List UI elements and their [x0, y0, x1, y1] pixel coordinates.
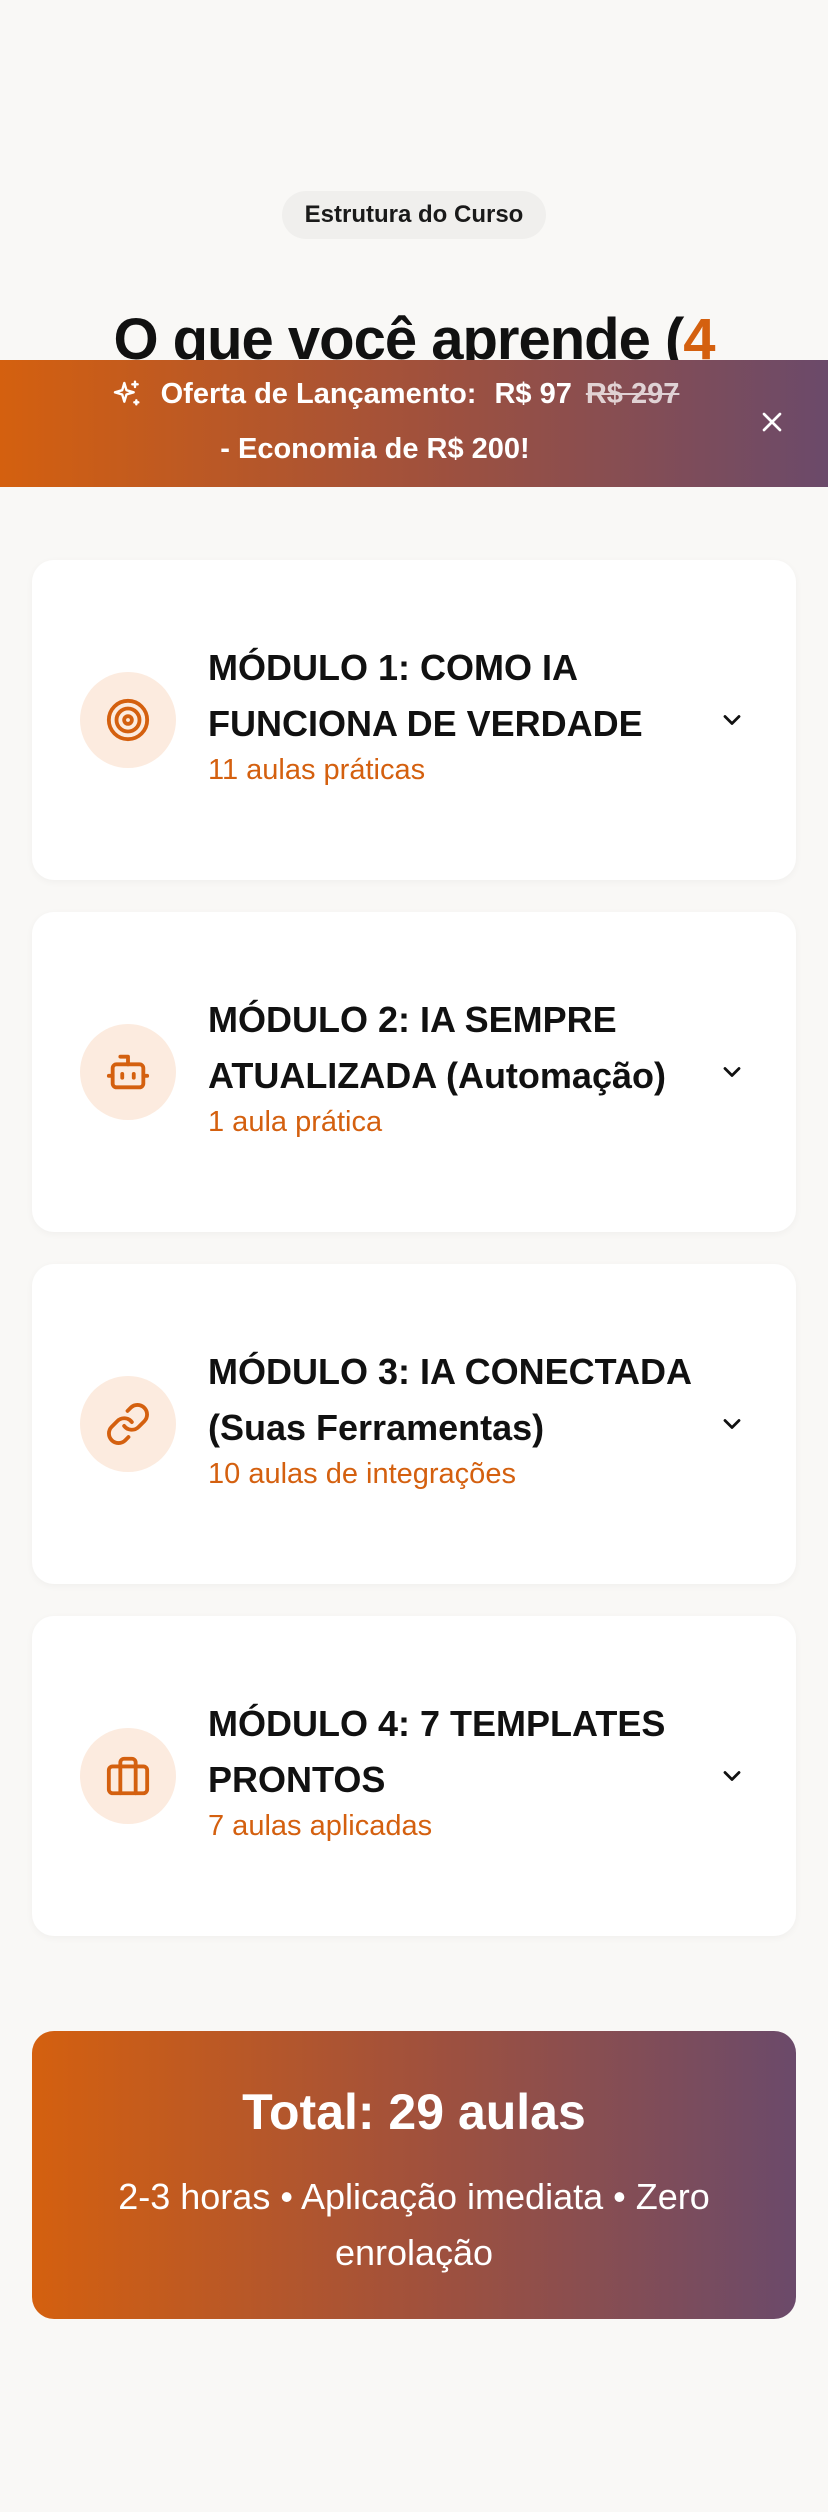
chevron-down-icon[interactable] — [718, 706, 746, 734]
module-icon-badge — [80, 1376, 176, 1472]
module-card-1[interactable]: MÓDULO 1: COMO IA FUNCIONA DE VERDADE 11… — [32, 560, 796, 880]
promo-price: R$ 97 — [494, 378, 572, 410]
total-title: Total: 29 aulas — [242, 2084, 586, 2140]
section-badge: Estrutura do Curso — [282, 191, 546, 239]
module-lesson-count: 1 aula prática — [208, 1106, 383, 1138]
module-card-3[interactable]: MÓDULO 3: IA CONECTADA (Suas Ferramentas… — [32, 1264, 796, 1584]
promo-banner: Oferta de Lançamento: R$ 97 R$ 297 - Eco… — [0, 360, 828, 487]
module-title: MÓDULO 3: IA CONECTADA (Suas Ferramentas… — [208, 1351, 691, 1448]
module-title: MÓDULO 1: COMO IA FUNCIONA DE VERDADE — [208, 647, 643, 744]
module-icon-badge — [80, 1024, 176, 1120]
module-lesson-count: 7 aulas aplicadas — [208, 1810, 433, 1842]
module-lesson-count: 10 aulas de integrações — [208, 1458, 516, 1490]
promo-old-price: R$ 297 — [585, 378, 680, 410]
sparkle-icon — [113, 379, 140, 406]
link-icon — [107, 1403, 149, 1445]
module-card-2[interactable]: MÓDULO 2: IA SEMPRE ATUALIZADA (Automaçã… — [32, 912, 796, 1232]
page: Estrutura do Curso O que você aprende (4… — [0, 0, 828, 2512]
target-icon — [106, 698, 150, 742]
chevron-down-icon[interactable] — [718, 1410, 746, 1438]
module-icon-badge — [80, 1728, 176, 1824]
module-title: MÓDULO 4: 7 TEMPLATES PRONTOS — [208, 1703, 666, 1800]
robot-icon — [106, 1054, 150, 1090]
module-icon-badge — [80, 672, 176, 768]
briefcase-icon — [106, 1756, 150, 1796]
total-summary: Total: 29 aulas 2-3 horas • Aplicação im… — [32, 2031, 796, 2319]
module-card-4[interactable]: MÓDULO 4: 7 TEMPLATES PRONTOS 7 aulas ap… — [32, 1616, 796, 1936]
total-description: 2-3 horas • Aplicação imediata • Zero en… — [118, 2176, 710, 2273]
chevron-down-icon[interactable] — [718, 1058, 746, 1086]
promo-savings: - Economia de R$ 200! — [220, 433, 530, 465]
close-icon[interactable] — [756, 406, 788, 438]
chevron-down-icon[interactable] — [718, 1762, 746, 1790]
module-title: MÓDULO 2: IA SEMPRE ATUALIZADA (Automaçã… — [208, 999, 666, 1096]
promo-offer-line: Oferta de Lançamento: R$ 97 R$ 297 — [0, 378, 790, 411]
promo-label: Oferta de Lançamento: — [160, 378, 477, 410]
module-lesson-count: 11 aulas práticas — [208, 754, 426, 786]
